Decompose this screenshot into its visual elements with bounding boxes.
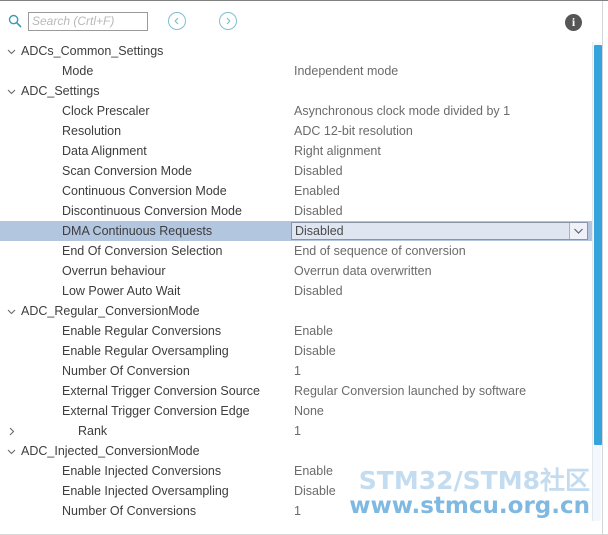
tree-item-row[interactable]: Mode Independent mode xyxy=(0,61,608,81)
tree-row-value[interactable]: 1 xyxy=(294,421,301,441)
tree-row-value[interactable]: Disabled xyxy=(294,161,343,181)
tree-row-value[interactable]: Enabled xyxy=(294,181,340,201)
tree-item-row[interactable]: Enable Injected Oversampling Disable xyxy=(0,481,608,501)
properties-panel: i ADCs_Common_Settings Mode Independent mo… xyxy=(0,0,608,535)
tree-row-label: Number Of Conversion xyxy=(62,364,190,378)
tree-row-label: Discontinuous Conversion Mode xyxy=(62,204,242,218)
tree-item-row[interactable]: Continuous Conversion Mode Enabled xyxy=(0,181,608,201)
tree-group-row[interactable]: ADC_Regular_ConversionMode xyxy=(0,301,608,321)
collapse-toggle[interactable] xyxy=(4,41,18,61)
tree-row-label: Mode xyxy=(62,64,94,78)
tree-row-label: End Of Conversion Selection xyxy=(62,244,223,258)
tree-item-row[interactable]: External Trigger Conversion Source Regula… xyxy=(0,381,608,401)
tree-item-row[interactable]: Number Of Conversion 1 xyxy=(0,361,608,381)
tree-item-row[interactable]: End Of Conversion Selection End of sequen… xyxy=(0,241,608,261)
tree-item-row[interactable]: Clock Prescaler Asynchronous clock mode d… xyxy=(0,101,608,121)
tree-row-label: Enable Injected Conversions xyxy=(62,464,222,478)
tree-row-label: Resolution xyxy=(62,124,122,138)
tree-item-row[interactable]: Enable Regular Oversampling Disable xyxy=(0,341,608,361)
tree-item-row[interactable]: Low Power Auto Wait Disabled xyxy=(0,281,608,301)
chevron-down-icon xyxy=(7,309,15,314)
tree-row-label: Data Alignment xyxy=(62,144,147,158)
tree-row-label: ADC_Settings xyxy=(21,84,100,98)
tree-row-label: Enable Injected Oversampling xyxy=(62,484,229,498)
tree-group-row[interactable]: ADC_Injected_ConversionMode xyxy=(0,441,608,461)
chevron-left-icon xyxy=(174,17,179,25)
tree-row-label: Overrun behaviour xyxy=(62,264,166,278)
value-dropdown[interactable]: Disabled xyxy=(291,222,588,240)
tree-row-value[interactable]: Disabled xyxy=(294,201,343,221)
tree-row-label: DMA Continuous Requests xyxy=(62,224,213,238)
tree-row-label: Enable Regular Conversions xyxy=(62,324,222,338)
tree-item-row[interactable]: Overrun behaviour Overrun data overwritte… xyxy=(0,261,608,281)
scrollbar-thumb[interactable] xyxy=(594,45,602,445)
scroll-gutter xyxy=(602,1,608,535)
value-dropdown-selected: Disabled xyxy=(295,224,344,238)
tree-row-value[interactable]: 1 xyxy=(294,361,301,381)
info-icon[interactable]: i xyxy=(565,14,582,31)
tree-item-row[interactable]: Enable Injected Conversions Enable xyxy=(0,461,608,481)
tree-item-row[interactable]: Resolution ADC 12-bit resolution xyxy=(0,121,608,141)
tree-row-value[interactable]: 1 xyxy=(294,501,301,521)
tree-item-row[interactable]: External Trigger Conversion Edge None xyxy=(0,401,608,421)
tree-item-row[interactable]: Rank 1 xyxy=(0,421,608,441)
tree-row-value[interactable]: Disabled xyxy=(294,281,343,301)
tree-row-value[interactable]: None xyxy=(294,401,324,421)
tree-row-value[interactable]: Independent mode xyxy=(294,61,398,81)
chevron-down-icon xyxy=(7,449,15,454)
expand-toggle[interactable] xyxy=(4,421,18,441)
chevron-down-icon[interactable] xyxy=(569,223,587,239)
tree-row-label: External Trigger Conversion Source xyxy=(62,384,261,398)
tree-row-label: Rank xyxy=(78,424,108,438)
tree-group-row[interactable]: ADCs_Common_Settings xyxy=(0,41,608,61)
navigate-back-button[interactable] xyxy=(168,12,186,30)
tree-row-label: ADC_Regular_ConversionMode xyxy=(21,304,200,318)
vertical-scrollbar[interactable] xyxy=(592,42,602,521)
navigate-forward-button[interactable] xyxy=(219,12,237,30)
tree-item-row[interactable]: Data Alignment Right alignment xyxy=(0,141,608,161)
collapse-toggle[interactable] xyxy=(4,81,18,101)
settings-tree: ADCs_Common_Settings Mode Independent mode… xyxy=(0,41,608,521)
tree-row-label: Clock Prescaler xyxy=(62,104,150,118)
tree-row-label: ADC_Injected_ConversionMode xyxy=(21,444,200,458)
tree-item-row[interactable]: Scan Conversion Mode Disabled xyxy=(0,161,608,181)
panel-toolbar: i xyxy=(0,1,608,41)
collapse-toggle[interactable] xyxy=(4,441,18,461)
tree-row-label: Continuous Conversion Mode xyxy=(62,184,227,198)
collapse-toggle[interactable] xyxy=(4,301,18,321)
tree-row-label: Scan Conversion Mode xyxy=(62,164,192,178)
tree-row-value[interactable]: Disable xyxy=(294,481,336,501)
tree-row-label: External Trigger Conversion Edge xyxy=(62,404,250,418)
tree-row-value[interactable]: End of sequence of conversion xyxy=(294,241,466,261)
tree-item-row[interactable]: Enable Regular Conversions Enable xyxy=(0,321,608,341)
tree-row-value[interactable]: Disable xyxy=(294,341,336,361)
tree-row-label: ADCs_Common_Settings xyxy=(21,44,164,58)
search-icon xyxy=(6,12,24,30)
tree-row-label: Low Power Auto Wait xyxy=(62,284,181,298)
chevron-down-icon xyxy=(7,49,15,54)
tree-item-row[interactable]: Number Of Conversions 1 xyxy=(0,501,608,521)
tree-group-row[interactable]: ADC_Settings xyxy=(0,81,608,101)
tree-row-value[interactable]: Enable xyxy=(294,321,333,341)
search-input[interactable] xyxy=(28,11,148,31)
tree-row-label: Enable Regular Oversampling xyxy=(62,344,229,358)
chevron-down-icon xyxy=(7,89,15,94)
tree-item-row[interactable]: Discontinuous Conversion Mode Disabled xyxy=(0,201,608,221)
tree-row-value[interactable]: Overrun data overwritten xyxy=(294,261,432,281)
tree-row-label: Number Of Conversions xyxy=(62,504,197,518)
tree-row-value[interactable]: Right alignment xyxy=(294,141,381,161)
chevron-right-icon xyxy=(9,427,14,435)
tree-row-value[interactable]: Regular Conversion launched by software xyxy=(294,381,526,401)
tree-row-value[interactable]: ADC 12-bit resolution xyxy=(294,121,413,141)
tree-row-value[interactable]: Asynchronous clock mode divided by 1 xyxy=(294,101,510,121)
tree-item-row[interactable]: DMA Continuous Requests Disabled xyxy=(0,221,608,241)
tree-row-value[interactable]: Enable xyxy=(294,461,333,481)
chevron-right-icon xyxy=(226,17,231,25)
